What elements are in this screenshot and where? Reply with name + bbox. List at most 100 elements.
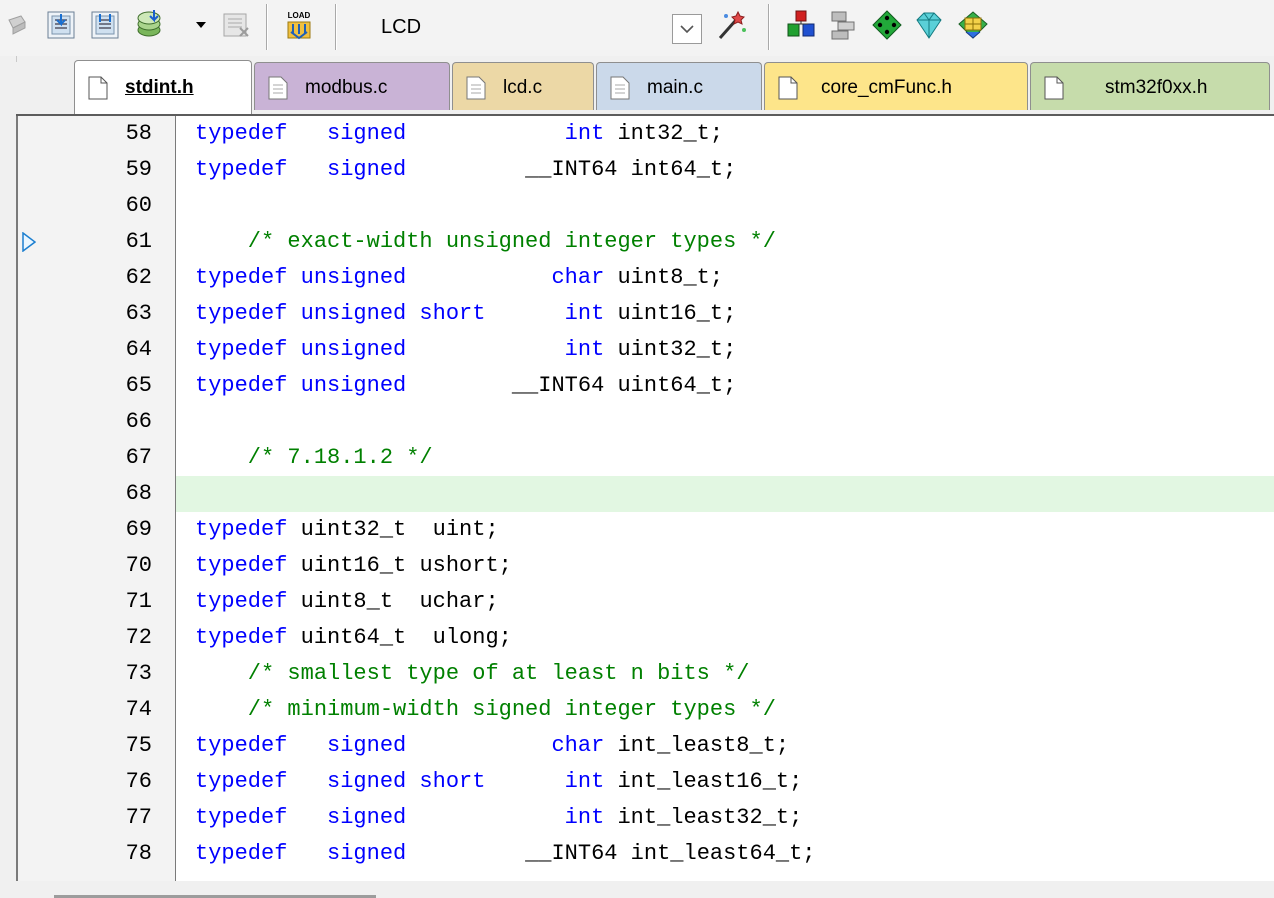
code-text: typedef signed int int32_t; — [195, 116, 723, 152]
code-line[interactable]: 62 typedef unsigned char uint8_t; — [18, 260, 1274, 296]
line-number: 72 — [125, 625, 152, 650]
line-number: 65 — [125, 373, 152, 398]
file-icon — [1044, 76, 1064, 100]
code-line[interactable]: 64 typedef unsigned int uint32_t; — [18, 332, 1274, 368]
line-number: 63 — [125, 301, 152, 326]
code-text: typedef signed __INT64 int64_t; — [195, 152, 736, 188]
rebuild-icon[interactable] — [88, 8, 122, 42]
line-number: 77 — [125, 805, 152, 830]
tab-stdint-h[interactable]: stdint.h — [74, 60, 252, 114]
toolbar: LOAD LCD — [0, 0, 1274, 56]
toolbar-separator — [335, 4, 336, 50]
code-line[interactable]: 65 typedef unsigned __INT64 uint64_t; — [18, 368, 1274, 404]
line-number: 67 — [125, 445, 152, 470]
keyword-token: typedef signed int — [195, 805, 618, 830]
code-line[interactable]: 61 /* exact-width unsigned integer types… — [18, 224, 1274, 260]
code-line[interactable]: 72 typedef uint64_t ulong; — [18, 620, 1274, 656]
manage-project-items-icon[interactable] — [784, 8, 818, 42]
keyword-token: typedef — [195, 517, 301, 542]
code-text: typedef uint8_t uchar; — [195, 584, 499, 620]
line-number: 75 — [125, 733, 152, 758]
execution-marker-icon — [22, 232, 36, 252]
code-text: typedef unsigned int uint32_t; — [195, 332, 736, 368]
code-line[interactable]: 73 /* smallest type of at least n bits *… — [18, 656, 1274, 692]
line-number: 66 — [125, 409, 152, 434]
batch-build-dropdown-icon[interactable] — [196, 22, 206, 28]
file-tab-bar: stdint.h modbus.c lcd.c main.c core_cmFu… — [16, 60, 1274, 116]
file-icon — [268, 76, 288, 100]
code-line[interactable]: 67 /* 7.18.1.2 */ — [18, 440, 1274, 476]
identifier-token: int_least32_t; — [617, 805, 803, 830]
keyword-token: typedef unsigned — [195, 373, 512, 398]
line-number: 61 — [125, 229, 152, 254]
line-number: 58 — [125, 121, 152, 146]
batch-build-icon[interactable] — [134, 8, 168, 42]
select-software-packs-icon[interactable] — [826, 8, 860, 42]
tab-modbus-c[interactable]: modbus.c — [254, 62, 450, 110]
tab-stm32f0xx-h[interactable]: stm32f0xx.h — [1030, 62, 1270, 110]
code-text: /* exact-width unsigned integer types */ — [195, 224, 776, 260]
tab-label: stdint.h — [125, 77, 194, 98]
keyword-token: typedef — [195, 625, 301, 650]
identifier-token: __INT64 int_least64_t; — [525, 841, 816, 866]
options-for-target-icon[interactable] — [714, 8, 748, 42]
tab-core-cmfunc-h[interactable]: core_cmFunc.h — [764, 62, 1028, 110]
download-load-icon[interactable]: LOAD — [282, 8, 316, 42]
code-text: typedef signed short int int_least16_t; — [195, 764, 802, 800]
line-number: 62 — [125, 265, 152, 290]
code-line[interactable]: 78 typedef signed __INT64 int_least64_t; — [18, 836, 1274, 872]
code-line[interactable]: 69 typedef uint32_t uint; — [18, 512, 1274, 548]
target-name[interactable]: LCD — [381, 16, 421, 39]
load-glyph-text: LOAD — [288, 11, 311, 20]
keyword-token: typedef signed — [195, 157, 526, 182]
translate-icon[interactable] — [0, 8, 26, 42]
code-text: /* minimum-width signed integer types */ — [195, 692, 776, 728]
keyword-token: typedef signed int — [195, 121, 618, 146]
code-line[interactable]: 77 typedef signed int int_least32_t; — [18, 800, 1274, 836]
line-number: 69 — [125, 517, 152, 542]
code-editor[interactable]: 58 typedef signed int int32_t; 59 typedef s… — [16, 116, 1274, 881]
code-line[interactable]: 66 — [18, 404, 1274, 440]
tab-lcd-c[interactable]: lcd.c — [452, 62, 594, 110]
keyword-token: typedef — [195, 553, 301, 578]
code-line[interactable]: 68 — [18, 476, 1274, 512]
keyword-token: typedef unsigned int — [195, 337, 618, 362]
identifier-token: int_least8_t; — [617, 733, 790, 758]
line-number: 73 — [125, 661, 152, 686]
file-icon — [778, 76, 798, 100]
code-text: typedef unsigned char uint8_t; — [195, 260, 723, 296]
code-line[interactable]: 63 typedef unsigned short int uint16_t; — [18, 296, 1274, 332]
tab-main-c[interactable]: main.c — [596, 62, 762, 110]
code-line[interactable]: 70 typedef uint16_t ushort; — [18, 548, 1274, 584]
keyword-token: typedef signed — [195, 841, 526, 866]
code-line[interactable]: 60 — [18, 188, 1274, 224]
build-icon[interactable] — [44, 8, 78, 42]
line-number: 76 — [125, 769, 152, 794]
identifier-token: uint8_t; — [617, 265, 724, 290]
target-dropdown[interactable] — [672, 14, 702, 44]
horizontal-scrollbar[interactable] — [16, 881, 1274, 898]
code-text: typedef uint32_t uint; — [195, 512, 499, 548]
keyword-token: typedef — [195, 589, 301, 614]
identifier-token: uint16_t ushort; — [300, 553, 512, 578]
identifier-token: uint64_t ulong; — [300, 625, 512, 650]
stop-build-icon[interactable] — [220, 8, 254, 42]
toolbar-separator — [768, 4, 769, 50]
pack-installer-icon[interactable] — [870, 8, 904, 42]
code-line[interactable]: 74 /* minimum-width signed integer types… — [18, 692, 1274, 728]
file-icon — [88, 76, 108, 100]
manage-run-time-environment-icon[interactable] — [956, 8, 990, 42]
code-line[interactable]: 76 typedef signed short int int_least16_t… — [18, 764, 1274, 800]
keyword-token: typedef signed short int — [195, 769, 618, 794]
manage-run-time-environment-icon[interactable] — [912, 8, 946, 42]
code-text: typedef signed __INT64 int_least64_t; — [195, 836, 816, 872]
code-line[interactable]: 71 typedef uint8_t uchar; — [18, 584, 1274, 620]
code-line[interactable]: 59 typedef signed __INT64 int64_t; — [18, 152, 1274, 188]
file-icon — [610, 76, 630, 100]
code-text: /* smallest type of at least n bits */ — [195, 656, 750, 692]
code-line[interactable]: 58 typedef signed int int32_t; — [18, 116, 1274, 152]
identifier-token: int_least16_t; — [617, 769, 803, 794]
tab-label: lcd.c — [503, 77, 543, 98]
code-line[interactable]: 75 typedef signed char int_least8_t; — [18, 728, 1274, 764]
line-number: 78 — [125, 841, 152, 866]
